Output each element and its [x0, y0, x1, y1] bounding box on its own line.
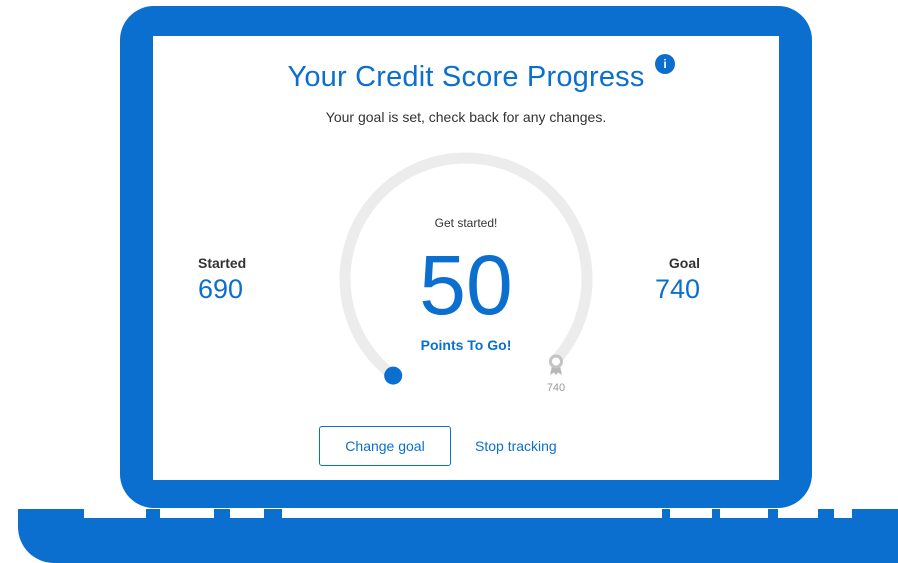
screen: Your Credit Score Progress i Your goal i… — [153, 36, 779, 480]
goal-block: Goal 740 — [580, 255, 700, 305]
laptop-key-notch — [778, 509, 818, 518]
progress-indicator-dot — [384, 366, 403, 385]
progress-status: Get started! — [434, 216, 498, 230]
award-ribbon-icon — [549, 354, 563, 375]
laptop-key-notch — [720, 509, 768, 518]
laptop-key-notch — [230, 509, 264, 518]
change-goal-button[interactable]: Change goal — [319, 426, 451, 466]
laptop-key-notch — [282, 509, 662, 518]
goal-value: 740 — [654, 274, 700, 304]
goal-marker-value: 740 — [546, 382, 566, 394]
points-label: Points To Go! — [420, 337, 512, 353]
stop-tracking-link[interactable]: Stop tracking — [475, 426, 557, 466]
laptop-key-notch — [160, 509, 214, 518]
laptop-key-notch — [834, 509, 852, 518]
goal-marker: 740 — [536, 354, 576, 394]
goal-label: Goal — [668, 255, 700, 271]
laptop-key-notch — [84, 509, 146, 518]
laptop-key-notch — [670, 509, 712, 518]
